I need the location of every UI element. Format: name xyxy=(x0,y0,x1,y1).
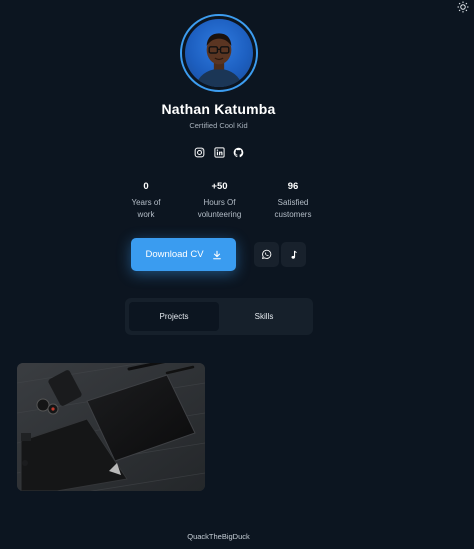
profile-subtitle: Certified Cool Kid xyxy=(189,121,248,130)
stat-label: Hours Of volunteering xyxy=(190,197,250,221)
whatsapp-icon xyxy=(261,249,272,260)
stat-customers: 96 Satisfied customers xyxy=(263,181,323,221)
stat-label-line: Satisfied xyxy=(277,198,309,207)
profile-name: Nathan Katumba xyxy=(161,101,276,117)
stat-label-line: customers xyxy=(274,210,312,219)
stat-label-line: Years of xyxy=(131,198,161,207)
avatar-photo xyxy=(185,19,253,87)
stat-value: 0 xyxy=(143,181,149,192)
instagram-icon[interactable] xyxy=(194,147,205,158)
linkedin-icon[interactable] xyxy=(213,146,225,158)
music-note-icon xyxy=(289,250,299,260)
tab-projects[interactable]: Projects xyxy=(129,302,219,331)
download-icon xyxy=(212,250,222,260)
download-cv-button[interactable]: Download CV xyxy=(131,238,236,271)
github-icon[interactable] xyxy=(233,147,244,158)
stat-value: 96 xyxy=(287,181,299,192)
stat-label-line: volunteering xyxy=(197,210,242,219)
stat-label: Satisfied customers xyxy=(263,197,323,221)
sun-icon[interactable] xyxy=(456,0,470,14)
whatsapp-button[interactable] xyxy=(254,242,279,267)
tab-skills[interactable]: Skills xyxy=(219,302,309,331)
project-thumbnail xyxy=(17,363,205,491)
section-tabs: Projects Skills xyxy=(125,298,313,335)
download-cv-label: Download CV xyxy=(145,249,204,260)
music-button[interactable] xyxy=(281,242,306,267)
project-card[interactable] xyxy=(17,363,205,491)
stat-label-line: work xyxy=(137,210,155,219)
stat-hours: +50 Hours Of volunteering xyxy=(190,181,250,221)
avatar xyxy=(180,14,258,92)
stat-label-line: Hours Of xyxy=(203,198,236,207)
stats-row: 0 Years of work +50 Hours Of volunteerin… xyxy=(116,181,323,221)
stat-label: Years of work xyxy=(116,197,176,221)
profile-page: Nathan Katumba Certified Cool Kid 0 Year… xyxy=(0,0,474,549)
stat-value: +50 xyxy=(211,181,228,192)
social-links xyxy=(194,146,244,158)
stat-years: 0 Years of work xyxy=(116,181,176,221)
footer-text: QuackTheBigDuck xyxy=(187,532,250,541)
